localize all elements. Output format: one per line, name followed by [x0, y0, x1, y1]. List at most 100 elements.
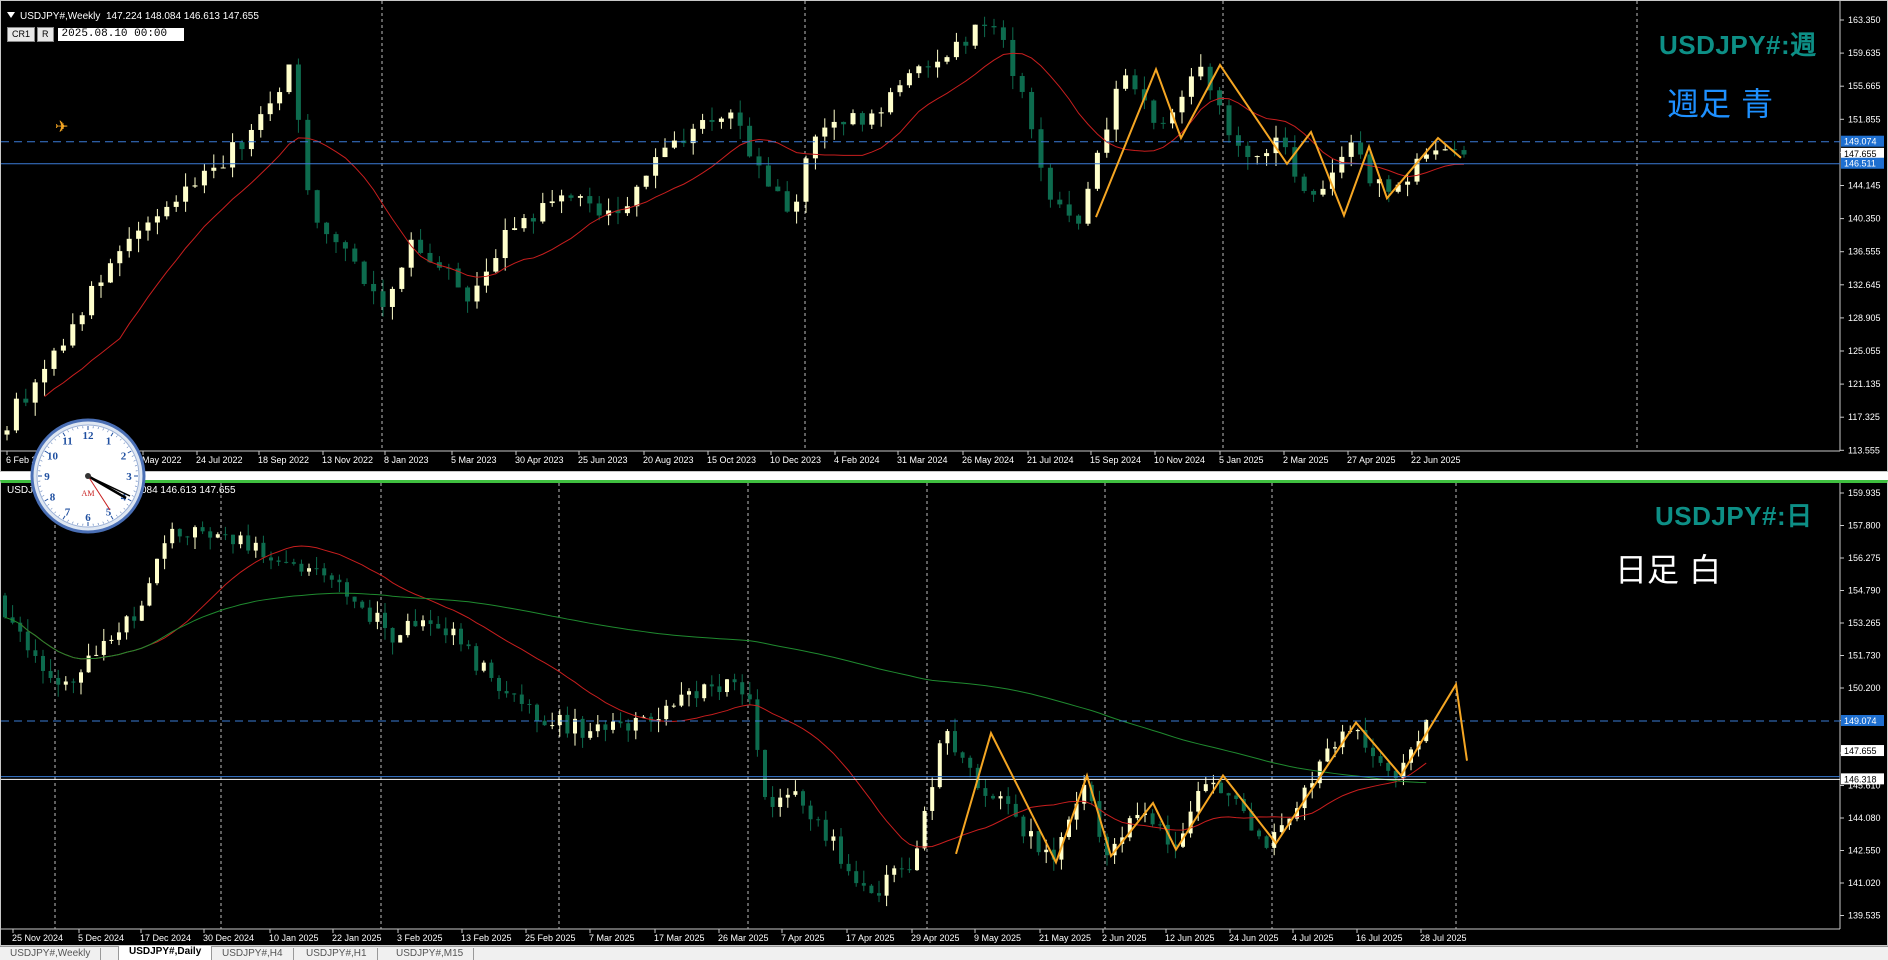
- datetime-field[interactable]: 2025.08.10 00:00: [58, 28, 184, 41]
- moving-average-red: [20, 546, 1426, 847]
- candle-body: [345, 582, 349, 596]
- candle-body: [938, 743, 942, 787]
- r-button[interactable]: R: [37, 27, 54, 42]
- weekly-note-text: 週足 青: [1667, 79, 1773, 125]
- price-tick-label: 128.905: [1848, 313, 1881, 323]
- price-tick-label: 132.645: [1848, 280, 1881, 290]
- candle-body: [1161, 123, 1166, 124]
- candle-body: [64, 681, 68, 684]
- analog-clock-widget[interactable]: 121234567891011 AM: [30, 418, 146, 534]
- candle-body: [550, 725, 554, 726]
- candle-body: [672, 141, 677, 148]
- date-tick-label: 2 Jun 2025: [1102, 933, 1147, 943]
- pane-separator[interactable]: [0, 472, 1888, 480]
- candle-body: [1236, 135, 1241, 146]
- candle-body: [1227, 105, 1232, 135]
- candle-body: [170, 529, 174, 543]
- candle-body: [916, 66, 921, 73]
- candle-body: [634, 718, 638, 731]
- candle-body: [146, 222, 151, 230]
- candle-body: [221, 167, 226, 168]
- candle-body: [484, 272, 489, 286]
- candle-body: [208, 531, 212, 537]
- date-tick-label: 21 May 2025: [1039, 933, 1091, 943]
- candle-body: [945, 731, 949, 743]
- candle-body: [644, 176, 649, 187]
- candle-body: [700, 120, 705, 129]
- weekly-chart-canvas[interactable]: 163.350159.635155.665151.855148.035144.1…: [1, 1, 1888, 472]
- price-label-current-text: 147.655: [1844, 746, 1877, 756]
- candle-body: [775, 187, 780, 192]
- candle-body: [1014, 804, 1018, 817]
- candle-body: [89, 286, 94, 315]
- candle-body: [26, 632, 30, 651]
- tab-usdjpy-h4[interactable]: USDJPY#,H4: [212, 948, 294, 960]
- candle-body: [183, 187, 188, 202]
- candle-body: [710, 684, 714, 686]
- price-tick-label: 156.275: [1848, 553, 1881, 563]
- candle-body: [991, 796, 995, 799]
- price-label-dashed-text: 149.074: [1844, 137, 1877, 147]
- candle-body: [885, 875, 889, 896]
- candle-body: [315, 190, 320, 223]
- candle-body: [907, 73, 912, 85]
- candle-body: [522, 218, 527, 228]
- candle-body: [406, 621, 410, 635]
- tab-usdjpy-m15[interactable]: USDJPY#,M15: [386, 948, 474, 960]
- candle-body: [1349, 142, 1354, 156]
- candle-body: [771, 797, 775, 807]
- candle-body: [1189, 76, 1194, 96]
- daily-chart-pane[interactable]: 159.935157.800156.275154.790153.265151.7…: [0, 480, 1888, 946]
- candle-body: [691, 129, 696, 143]
- candle-body: [1158, 824, 1162, 825]
- weekly-toolbar: CR1 R 2025.08.10 00:00: [7, 27, 184, 42]
- candle-body: [493, 258, 498, 272]
- candle-body: [535, 705, 539, 721]
- candle-body: [832, 122, 837, 128]
- date-tick-label: 22 Jun 2025: [1411, 455, 1461, 465]
- candle-body: [892, 868, 896, 874]
- daily-chart-canvas[interactable]: 159.935157.800156.275154.790153.265151.7…: [1, 483, 1888, 946]
- date-tick-label: 30 Apr 2023: [515, 455, 564, 465]
- candle-body: [1227, 793, 1231, 795]
- candle-body: [831, 836, 835, 840]
- tab-usdjpy-weekly[interactable]: USDJPY#,Weekly: [0, 948, 101, 960]
- candle-body: [127, 239, 132, 251]
- date-tick-label: 3 Feb 2025: [397, 933, 443, 943]
- tab-usdjpy-h1[interactable]: USDJPY#,H1: [296, 948, 378, 960]
- candle-body: [1379, 756, 1383, 763]
- clock-numeral: 10: [47, 451, 59, 463]
- candle-body: [362, 262, 367, 284]
- candle-body: [117, 251, 122, 263]
- date-tick-label: 25 Jun 2023: [578, 455, 628, 465]
- candle-body: [816, 819, 820, 820]
- candle-body: [475, 286, 480, 302]
- candle-body: [1048, 168, 1053, 200]
- price-tick-label: 125.055: [1848, 346, 1881, 356]
- candle-body: [505, 691, 509, 693]
- weekly-chart-pane[interactable]: 163.350159.635155.665151.855148.035144.1…: [0, 0, 1888, 472]
- candle-body: [603, 724, 607, 730]
- candle-body: [733, 679, 737, 682]
- date-tick-label: 29 Apr 2025: [911, 933, 960, 943]
- date-tick-label: 26 Mar 2025: [718, 933, 769, 943]
- candle-body: [223, 534, 227, 535]
- date-tick-label: 4 Feb 2024: [834, 455, 880, 465]
- candle-body: [261, 543, 265, 558]
- candle-body: [155, 559, 159, 583]
- candle-body: [1196, 791, 1200, 812]
- tab-usdjpy-daily[interactable]: USDJPY#,Daily: [118, 946, 212, 960]
- collapse-triangle-icon[interactable]: [7, 12, 15, 18]
- candle-body: [1095, 153, 1100, 189]
- daily-symbol-label: USDJPY#:日: [1655, 496, 1813, 533]
- candle-body: [94, 655, 98, 656]
- date-tick-label: 4 Jul 2025: [1292, 933, 1334, 943]
- date-tick-label: 31 Mar 2024: [897, 455, 948, 465]
- cr1-button[interactable]: CR1: [7, 27, 35, 42]
- candle-body: [56, 678, 60, 685]
- candle-body: [231, 535, 235, 544]
- date-tick-label: 22 Jan 2025: [332, 933, 382, 943]
- date-tick-label: 17 Dec 2024: [140, 933, 191, 943]
- candle-body: [983, 788, 987, 796]
- candle-body: [102, 641, 106, 655]
